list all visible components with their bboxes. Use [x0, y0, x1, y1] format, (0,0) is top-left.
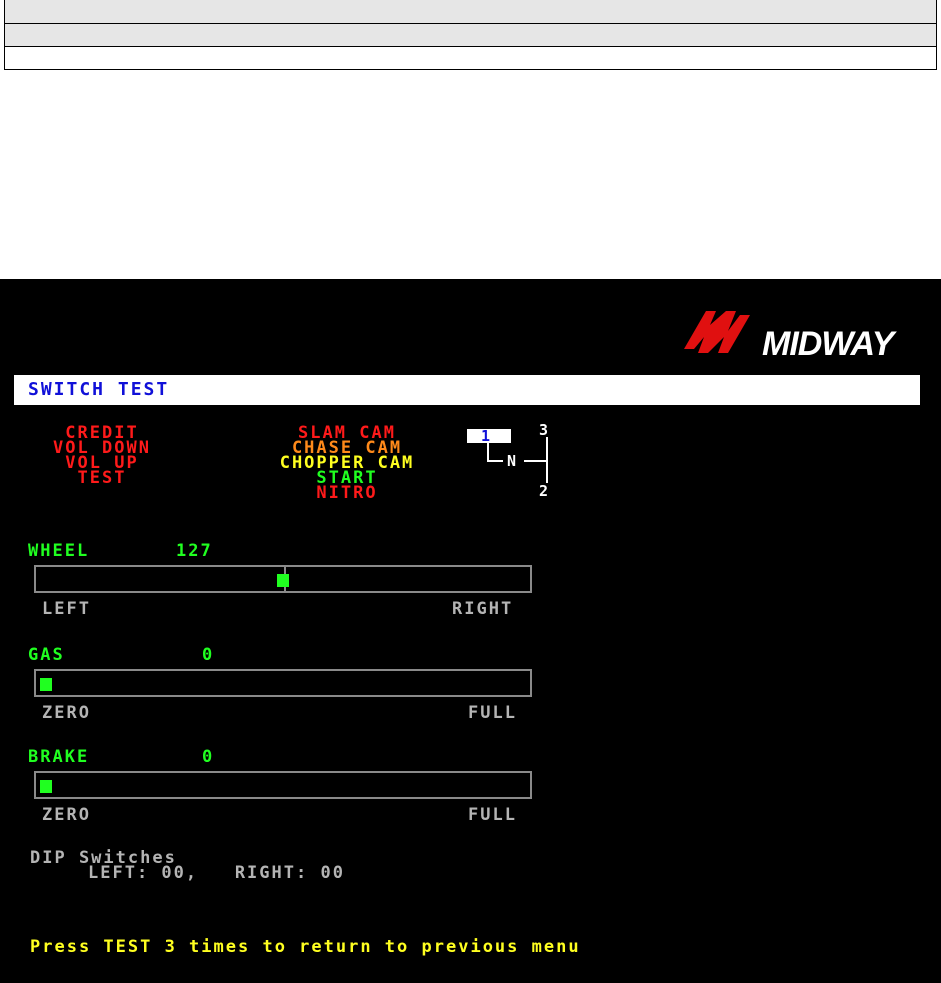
gear-neutral-label: N: [507, 452, 519, 470]
switch-test: TEST: [77, 468, 127, 488]
gear-selected-indicator: 1: [467, 427, 511, 445]
gear-3-label: 3: [539, 421, 551, 439]
gas-indicator: [40, 678, 52, 691]
gas-zero-label: ZERO: [42, 703, 91, 723]
brake-meter: [34, 771, 532, 799]
gas-meter: [34, 669, 532, 697]
top-table: [4, 0, 937, 70]
table-row: [5, 46, 936, 69]
brake-value: 0: [202, 747, 215, 767]
switch-nitro: NITRO: [316, 483, 378, 503]
brake-full-label: FULL: [468, 805, 517, 825]
gas-value: 0: [202, 645, 215, 665]
gear-line: [487, 460, 503, 462]
title-bar: SWITCH TEST: [14, 375, 920, 405]
brake-zero-label: ZERO: [42, 805, 91, 825]
page-title: SWITCH TEST: [28, 379, 170, 400]
game-screen: MIDWAY SWITCH TEST CREDIT VOL DOWN VOL U…: [0, 279, 941, 983]
wheel-value: 127: [176, 541, 213, 561]
table-row: [5, 23, 936, 46]
gear-2-label: 2: [539, 482, 551, 500]
brake-indicator: [40, 780, 52, 793]
dip-switches-values: LEFT: 00, RIGHT: 00: [88, 863, 345, 883]
wheel-indicator: [277, 574, 289, 587]
gas-full-label: FULL: [468, 703, 517, 723]
wheel-left-label: LEFT: [42, 599, 91, 619]
brake-label: BRAKE: [28, 747, 90, 767]
gear-line: [487, 443, 489, 461]
midway-logo: MIDWAY: [676, 301, 906, 363]
table-row: [5, 0, 936, 23]
logo-wordmark: MIDWAY: [762, 325, 894, 363]
gas-label: GAS: [28, 645, 65, 665]
wheel-label: WHEEL: [28, 541, 90, 561]
wheel-right-label: RIGHT: [452, 599, 514, 619]
gear-line: [524, 460, 546, 462]
wheel-meter: [34, 565, 532, 593]
gear-shifter-diagram: 1 3 N 2: [465, 421, 565, 501]
midway-emblem-icon: [684, 311, 750, 353]
gear-line: [546, 437, 548, 483]
return-instruction: Press TEST 3 times to return to previous…: [30, 937, 581, 957]
